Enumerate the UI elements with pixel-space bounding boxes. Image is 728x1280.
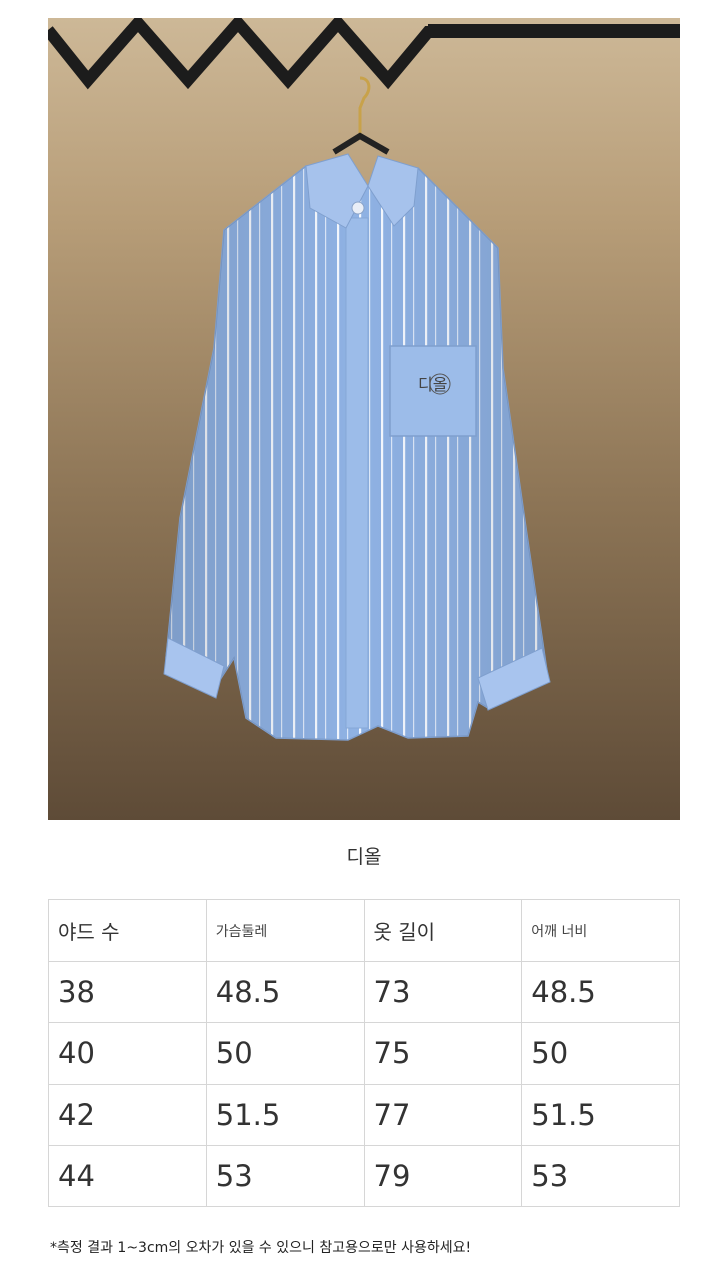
size-table-header-row: 야드 수 가슴둘레 옷 길이 어깨 너비 bbox=[48, 898, 680, 963]
cell-chest: 53 bbox=[205, 1144, 365, 1208]
cell-size: 38 bbox=[48, 961, 207, 1024]
table-row: 44 53 79 53 bbox=[48, 1144, 680, 1208]
product-title: 디올 bbox=[346, 846, 382, 868]
cell-chest: 50 bbox=[205, 1022, 365, 1085]
cell-size: 44 bbox=[48, 1144, 207, 1208]
cell-length: 73 bbox=[363, 961, 523, 1024]
header-shoulder: 어깨 너비 bbox=[521, 898, 680, 963]
cell-shoulder: 50 bbox=[521, 1022, 680, 1085]
cell-length: 79 bbox=[363, 1144, 523, 1208]
product-photo: 디올 bbox=[48, 18, 680, 820]
shirt-illustration: 디올 bbox=[48, 18, 680, 741]
cell-chest: 48.5 bbox=[205, 961, 365, 1024]
measurement-note: *측정 결과 1~3cm의 오차가 있을 수 있으니 참고용으로만 사용하세요! bbox=[50, 1240, 472, 1256]
shirt-body: 디올 bbox=[163, 153, 551, 741]
cell-size: 42 bbox=[48, 1083, 207, 1146]
header-chest: 가슴둘레 bbox=[205, 898, 365, 963]
cell-shoulder: 51.5 bbox=[521, 1083, 680, 1146]
cell-shoulder: 48.5 bbox=[521, 961, 680, 1024]
cell-size: 40 bbox=[48, 1022, 207, 1085]
cell-chest: 51.5 bbox=[205, 1083, 365, 1146]
table-row: 38 48.5 73 48.5 bbox=[48, 961, 680, 1024]
cell-length: 75 bbox=[363, 1022, 523, 1085]
table-row: 42 51.5 77 51.5 bbox=[48, 1083, 680, 1146]
header-length: 옷 길이 bbox=[363, 898, 523, 963]
cell-length: 77 bbox=[363, 1083, 523, 1146]
cell-shoulder: 53 bbox=[521, 1144, 680, 1208]
size-table: 야드 수 가슴둘레 옷 길이 어깨 너비 38 48.5 73 48.5 40 … bbox=[48, 898, 680, 1208]
table-row: 40 50 75 50 bbox=[48, 1022, 680, 1085]
header-size: 야드 수 bbox=[48, 898, 207, 963]
hanger-hook bbox=[358, 76, 371, 136]
